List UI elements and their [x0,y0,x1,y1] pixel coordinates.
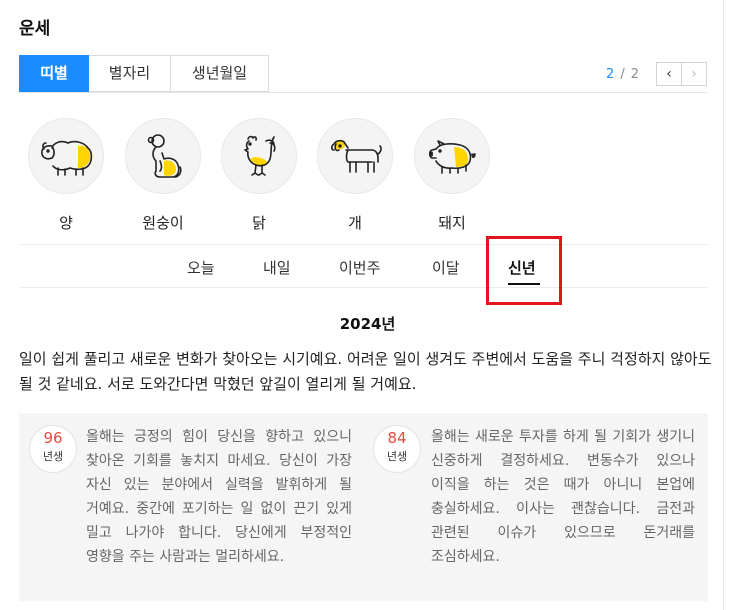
page-title: 운세 [19,19,51,39]
animal-item-pig[interactable]: 돼지 [412,118,492,233]
dog-icon [317,118,393,194]
tabs-divider [19,92,708,93]
highlight-box [486,236,562,305]
scrollbar-edge [723,0,724,610]
chevron-left-icon: ‹ [666,66,672,82]
monkey-icon [125,118,201,194]
animal-label: 원숭이 [142,214,184,232]
pager-prev-button[interactable]: ‹ [656,62,682,86]
birth-year-fortune-text: 올해는 새로운 투자를 하게 될 기회가 생기니 신중하게 결정하세요. 변동수… [431,429,695,565]
tab-zodiac-animal[interactable]: 띠별 [19,55,89,92]
birth-year-badge: 84 년생 [373,425,421,473]
birth-year-fortune-panel: 96 년생 올해는 긍정의 힘이 당신을 향하고 있으니 찾아온 기회를 놓치지… [19,413,708,601]
birth-year-number: 96 [43,429,63,447]
animal-label: 돼지 [438,214,466,232]
pig-icon [414,118,490,194]
tab-constellation[interactable]: 별자리 [89,55,171,92]
animal-label: 개 [348,214,362,232]
fortune-type-tabs: 띠별 별자리 생년월일 [19,55,269,92]
pager-separator: / [620,66,625,82]
animal-item-dog[interactable]: 개 [315,118,395,233]
animal-item-monkey[interactable]: 원숭이 [123,118,203,233]
birth-year-fortune-text: 올해는 긍정의 힘이 당신을 향하고 있으니 찾아온 기회를 놓치지 마세요. … [86,429,352,565]
birth-year-unit: 년생 [42,450,64,463]
rooster-icon [221,118,297,194]
tab-this-month[interactable]: 이달 [432,257,460,278]
pager: 2 / 2 ‹ › [606,62,707,86]
tab-birthdate[interactable]: 생년월일 [171,55,269,92]
sheep-icon [28,118,104,194]
animal-item-rooster[interactable]: 닭 [219,118,299,233]
tab-today[interactable]: 오늘 [187,257,215,278]
tab-this-week[interactable]: 이번주 [339,257,380,278]
pager-next-button[interactable]: › [682,62,707,86]
period-tabs-divider-bottom [19,287,708,288]
fortune-summary: 일이 쉽게 풀리고 새로운 변화가 찾아오는 시기예요. 어려운 일이 생겨도 … [19,350,712,393]
birth-year-badge: 96 년생 [29,425,77,473]
tab-tomorrow[interactable]: 내일 [263,257,291,278]
chevron-right-icon: › [691,66,697,82]
birth-year-unit: 년생 [386,450,408,463]
animal-label: 양 [59,214,73,232]
birth-year-number: 84 [387,429,407,447]
pager-total: 2 [630,66,639,82]
animal-label: 닭 [252,214,266,232]
pager-current: 2 [606,66,615,82]
period-tabs-divider-top [19,244,708,245]
animal-item-sheep[interactable]: 양 [26,118,106,233]
fortune-year: 2024년 [339,315,396,333]
